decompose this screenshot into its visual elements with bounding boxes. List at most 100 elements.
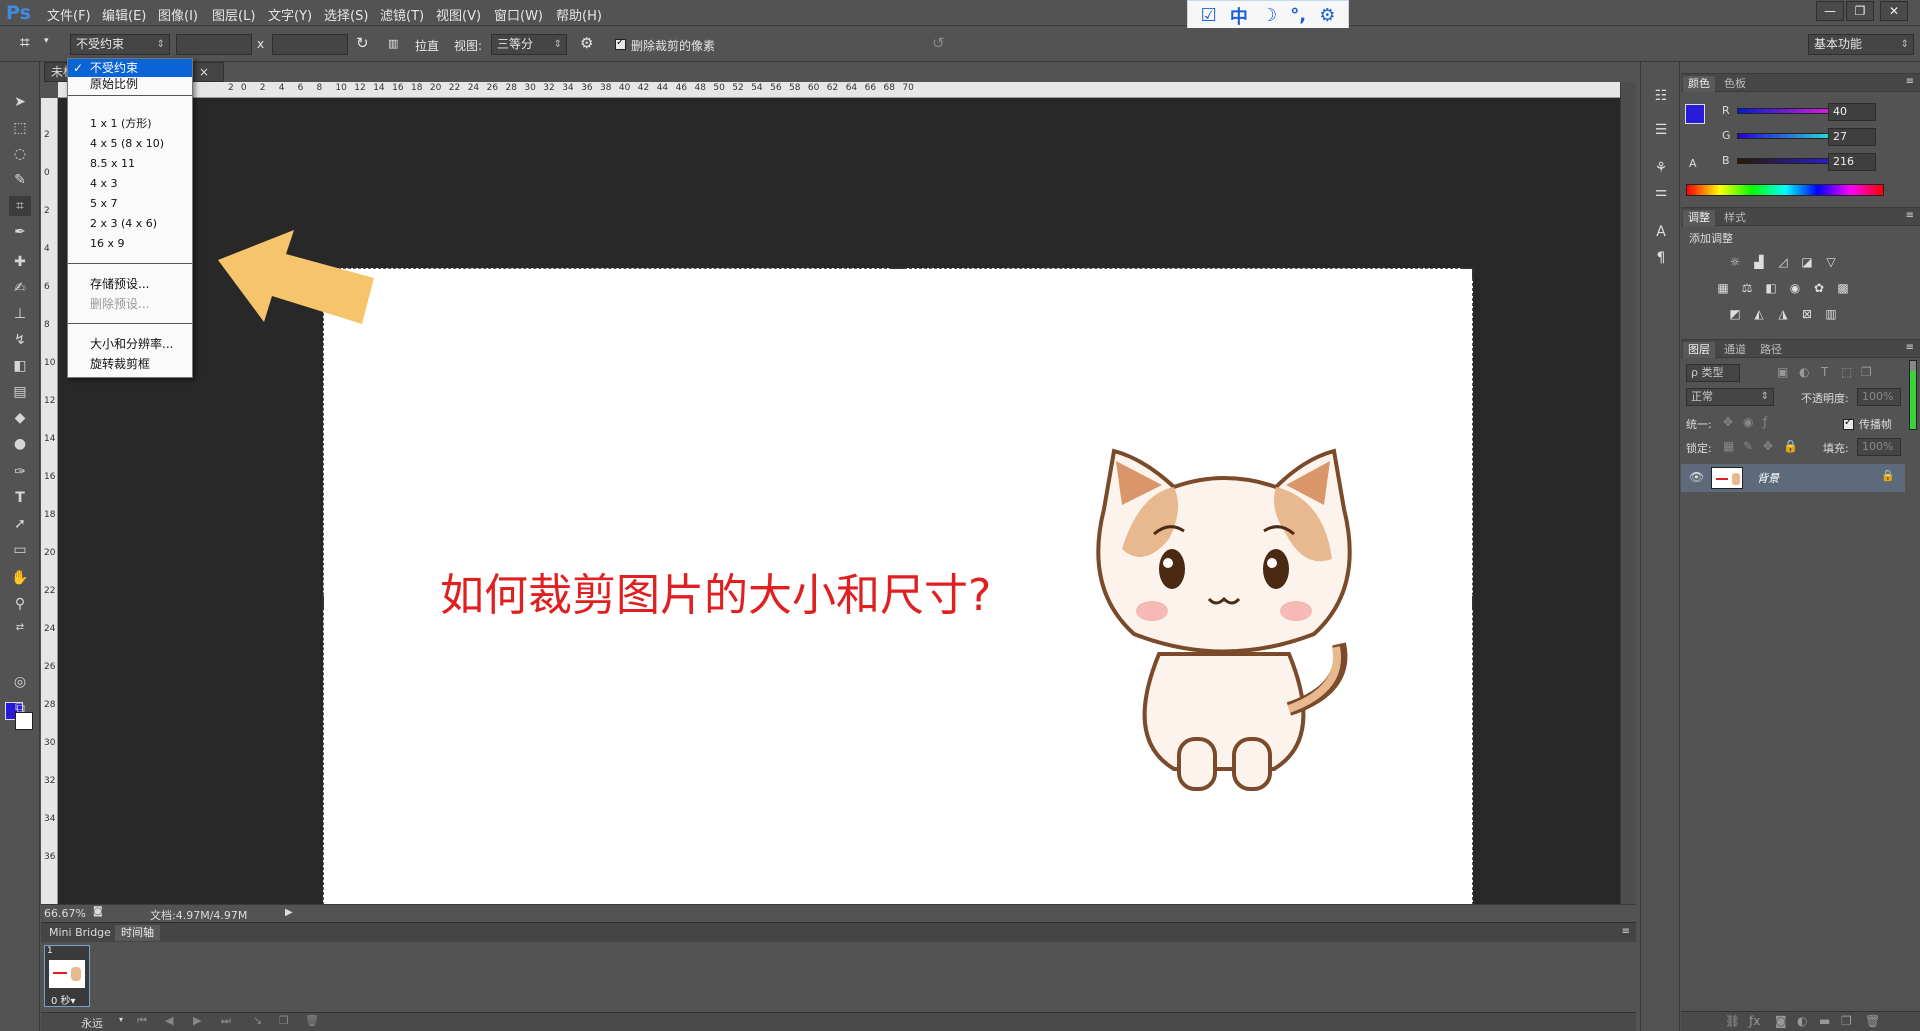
delete-pixels-checkbox[interactable]	[615, 37, 626, 50]
ime-moon-icon[interactable]: ☽	[1261, 5, 1277, 26]
layers-menu-icon[interactable]: ≡	[1906, 342, 1914, 353]
lock-all-icon[interactable]: 🔒	[1783, 439, 1798, 453]
adjustments-menu-icon[interactable]: ≡	[1906, 210, 1914, 221]
crop-handle-top-right[interactable]	[1462, 267, 1474, 279]
preset-item[interactable]: 8.5 x 11	[68, 155, 192, 173]
preset-item[interactable]: 存储预设...	[68, 275, 192, 293]
tab-color[interactable]: 颜色	[1683, 76, 1715, 92]
layer-name[interactable]: 背景	[1757, 470, 1779, 486]
unify-visibility-icon[interactable]: ◉	[1743, 415, 1753, 429]
filter-smart-icon[interactable]: ❐	[1861, 365, 1872, 379]
previous-frame-icon[interactable]: ◀	[165, 1014, 173, 1027]
fill-input[interactable]: 100%	[1857, 438, 1901, 456]
preset-item[interactable]: 16 x 9	[68, 235, 192, 253]
history-icon[interactable]: ☷	[1651, 86, 1671, 106]
overlay-view-select[interactable]: 三等分	[491, 34, 567, 55]
vertical-scrollbar[interactable]	[1620, 82, 1636, 904]
vibrance-icon[interactable]: ▽	[1823, 255, 1839, 269]
channel-g-value[interactable]: 27	[1828, 128, 1876, 146]
lock-pixels-icon[interactable]: ✎	[1743, 439, 1753, 453]
loop-select[interactable]: 永远	[81, 1015, 103, 1031]
reset-icon[interactable]: ↺	[932, 34, 945, 52]
type-tool-icon[interactable]: T	[9, 488, 31, 508]
preset-item[interactable]: 大小和分辨率...	[68, 335, 192, 353]
menu-image[interactable]: 图像(I)	[158, 5, 198, 24]
swap-icon[interactable]: ↻	[356, 34, 369, 52]
link-layers-icon[interactable]: ⛓	[1725, 1014, 1740, 1028]
channel-mixer-icon[interactable]: ✿	[1811, 281, 1827, 295]
crop-tool-preset-icon[interactable]: ⌗	[20, 33, 30, 53]
quick-mask-icon[interactable]: ◎	[9, 672, 31, 692]
close-button[interactable]: ✕	[1880, 1, 1908, 21]
pen-tool-icon[interactable]: ✑	[9, 462, 31, 482]
layer-row-background[interactable]: 👁 背景 🔒	[1681, 464, 1905, 492]
lock-position-icon[interactable]: ✥	[1763, 439, 1773, 453]
tab-timeline[interactable]: 时间轴	[115, 925, 160, 941]
layer-style-icon[interactable]: ƒx	[1749, 1014, 1760, 1028]
quick-select-tool-icon[interactable]: ✎	[9, 170, 31, 190]
color-fg-swatch[interactable]	[1685, 104, 1705, 124]
invert-icon[interactable]: ◩	[1727, 307, 1743, 321]
preset-item[interactable]: 2 x 3 (4 x 6)	[68, 215, 192, 233]
preset-item[interactable]: 1 x 1 (方形)	[68, 115, 192, 133]
color-panel-menu-icon[interactable]: ≡	[1906, 76, 1914, 87]
black-white-icon[interactable]: ◧	[1763, 281, 1779, 295]
straighten-icon[interactable]: ▥	[388, 37, 398, 50]
dodge-tool-icon[interactable]: ●	[9, 434, 31, 454]
tween-icon[interactable]: ↘	[253, 1014, 262, 1027]
crop-handle-left[interactable]	[322, 596, 334, 610]
status-info-icon[interactable]: ◙	[93, 906, 103, 917]
blend-mode-select[interactable]: 正常	[1686, 388, 1774, 406]
zoom-level[interactable]: 66.67%	[44, 907, 86, 920]
posterize-icon[interactable]: ◭	[1751, 307, 1767, 321]
ime-chinese-icon[interactable]: 中	[1230, 3, 1248, 29]
filter-adjustment-icon[interactable]: ◐	[1799, 365, 1809, 379]
new-group-icon[interactable]: ▬	[1819, 1014, 1830, 1028]
unify-style-icon[interactable]: ƒ	[1763, 415, 1767, 429]
preset-item[interactable]: 旋转裁剪框	[68, 355, 192, 373]
preset-item[interactable]: 5 x 7	[68, 195, 192, 213]
ime-settings-icon[interactable]: ⚙	[1319, 5, 1335, 26]
menu-window[interactable]: 窗口(W)	[494, 5, 543, 24]
ime-mode-icon[interactable]: ☑	[1201, 5, 1217, 26]
opacity-input[interactable]: 100%	[1857, 388, 1901, 406]
healing-tool-icon[interactable]: ✚	[9, 252, 31, 272]
brush-presets-icon[interactable]: ⚘	[1651, 158, 1671, 178]
filter-pixel-icon[interactable]: ▣	[1777, 365, 1788, 379]
tab-styles[interactable]: 样式	[1719, 210, 1751, 226]
clone-source-icon[interactable]: ⚌	[1651, 182, 1671, 202]
ratio-select[interactable]: 不受约束	[70, 34, 170, 55]
preset-item[interactable]: 4 x 3	[68, 175, 192, 193]
chevron-down-icon[interactable]: ▾	[44, 36, 49, 46]
character-icon[interactable]: A	[1651, 222, 1671, 242]
brush-tool-icon[interactable]: ✍	[9, 278, 31, 298]
menu-layer[interactable]: 图层(L)	[212, 5, 255, 24]
menu-view[interactable]: 视图(V)	[436, 5, 481, 24]
height-input[interactable]	[272, 34, 348, 55]
menu-select[interactable]: 选择(S)	[324, 5, 368, 24]
brightness-icon[interactable]: ☼	[1727, 255, 1743, 269]
selective-color-icon[interactable]: ⊠	[1799, 307, 1815, 321]
preset-item[interactable]: 4 x 5 (8 x 10)	[68, 135, 192, 153]
blur-tool-icon[interactable]: ◆	[9, 408, 31, 428]
crop-handle-right[interactable]	[1462, 596, 1474, 610]
layer-filter-select[interactable]: ρ 类型	[1686, 364, 1740, 382]
move-tool-icon[interactable]: ➤	[9, 92, 31, 112]
gamut-warning-icon[interactable]: A	[1689, 157, 1697, 170]
filter-type-icon[interactable]: T	[1821, 365, 1828, 379]
threshold-icon[interactable]: ◮	[1775, 307, 1791, 321]
eyedropper-tool-icon[interactable]: ✒	[9, 222, 31, 242]
new-adjustment-icon[interactable]: ◐	[1797, 1014, 1807, 1028]
minimize-button[interactable]: —	[1816, 1, 1844, 21]
layer-mask-icon[interactable]: ◙	[1775, 1014, 1787, 1028]
ime-punct-icon[interactable]: °,	[1290, 5, 1306, 26]
menu-help[interactable]: 帮助(H)	[556, 5, 602, 24]
filter-toggle[interactable]	[1909, 360, 1917, 430]
zoom-tool-icon[interactable]: ⚲	[9, 594, 31, 614]
width-input[interactable]	[176, 34, 252, 55]
color-lookup-icon[interactable]: ▩	[1835, 281, 1851, 295]
animation-frame[interactable]: 1 0 秒▾	[44, 945, 90, 1007]
photo-filter-icon[interactable]: ◉	[1787, 281, 1803, 295]
levels-icon[interactable]: ▟	[1751, 255, 1767, 269]
gear-icon[interactable]: ⚙	[580, 34, 593, 52]
